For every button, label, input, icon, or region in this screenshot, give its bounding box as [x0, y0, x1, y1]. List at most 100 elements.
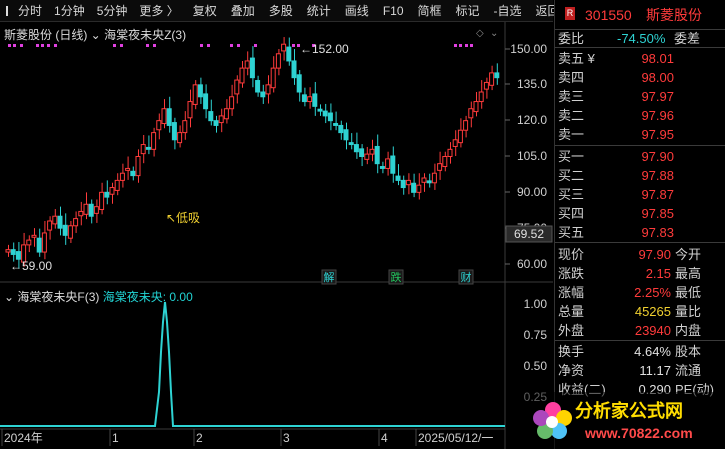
candle-body [426, 180, 432, 184]
candle-body [327, 112, 333, 122]
bid-row[interactable]: 买五 97.83 [555, 223, 725, 242]
candle-body [489, 72, 495, 86]
diamond-icon[interactable]: ◇ [476, 28, 484, 39]
stat-row[interactable]: 总量 45265 量比 [555, 302, 725, 321]
statistics-button[interactable]: 统计 [301, 0, 337, 22]
candle-body [312, 93, 318, 107]
candle-body [260, 91, 266, 98]
candle-body [99, 191, 105, 211]
stat-label-2: 股本 [675, 344, 702, 359]
mark-button[interactable]: 标记 [450, 0, 486, 22]
tab-more[interactable]: 更多 〉 [133, 0, 184, 22]
bid-row[interactable]: 买三 97.87 [555, 185, 725, 204]
candle-body [5, 249, 11, 253]
stat2-row[interactable]: 净资 11.17 流通 [555, 361, 725, 380]
price-tick-label: 60.00 [517, 257, 547, 271]
event-marker-text: 跌 [391, 270, 402, 284]
signal-dot [254, 44, 257, 47]
candle-body [229, 96, 235, 110]
indicator-value: 海棠夜未央: 0.00 [102, 290, 193, 304]
kline-chart-area[interactable]: 150.00135.0120.0105.090.0075.0060.0069.5… [0, 22, 553, 449]
candle-body [431, 172, 437, 184]
ask-label: 卖三 [558, 89, 585, 104]
candle-body [192, 84, 198, 105]
draw-line-button[interactable]: 画线 [339, 0, 375, 22]
candles-group [5, 37, 500, 269]
tab-1min[interactable]: 1分钟 [48, 0, 91, 22]
ask-row[interactable]: 卖二 97.96 [555, 106, 725, 125]
stock-code: 301550 [585, 7, 632, 23]
bid-price: 97.88 [641, 168, 674, 183]
ask-price: 97.95 [641, 127, 674, 142]
f10-button[interactable]: F10 [377, 0, 410, 22]
stat-value: 97.90 [638, 247, 671, 262]
stat-value: 2.15 [645, 266, 671, 281]
signal-dot [207, 44, 210, 47]
stat-label-2: 量比 [675, 304, 702, 319]
price-tick-label: 120.0 [517, 113, 547, 127]
ask-row[interactable]: 卖三 97.97 [555, 87, 725, 106]
indicator-name[interactable]: 海棠夜未央F(3) [17, 290, 99, 304]
candle-body [125, 167, 131, 171]
candle-body [182, 120, 188, 134]
low-price-marker: ←59.00 [10, 259, 52, 273]
overlay-button[interactable]: 叠加 [225, 0, 261, 22]
stat-row[interactable]: 外盘 23940 内盘 [555, 321, 725, 340]
bid-row[interactable]: 买四 97.85 [555, 204, 725, 223]
weibi-row: 委比 -74.50% 委差 [555, 29, 725, 48]
tab-5min[interactable]: 5分钟 [91, 0, 134, 22]
buy-signal-label: ↖低吸 [166, 211, 200, 225]
chevron-down-icon[interactable]: ⌄ [490, 28, 498, 39]
signal-dot [292, 44, 295, 47]
candle-body [88, 203, 94, 217]
stat-row[interactable]: 涨幅 2.25% 最低 [555, 283, 725, 302]
price-tick-label: 90.00 [517, 185, 547, 199]
indicator-label[interactable]: 海棠夜未央Z(3) [104, 28, 186, 42]
candle-body [338, 124, 344, 134]
stat-row[interactable]: 涨跌 2.15 最高 [555, 264, 725, 283]
bid-row[interactable]: 买一 97.90 [555, 147, 725, 166]
candle-body [151, 132, 157, 150]
candle-body [47, 220, 53, 231]
watermark-title: 分析家公式网 [575, 400, 683, 421]
time-axis-labels: 2024年 1 2 3 4 2025/05/12/一 [1, 429, 493, 446]
ask-row[interactable]: 卖四 98.00 [555, 68, 725, 87]
ask-label: 卖四 [558, 70, 585, 85]
signal-dot [8, 44, 11, 47]
stat-value: 4.64% [634, 344, 671, 359]
restore-rights-button[interactable]: 复权 [187, 0, 223, 22]
stat-label: 外盘 [558, 323, 585, 338]
candle-body [135, 156, 141, 177]
menu-square-icon[interactable] [6, 5, 8, 16]
ask-label: 卖一 [558, 127, 585, 142]
stat-label: 换手 [558, 344, 585, 359]
simple-frame-button[interactable]: 简框 [412, 0, 448, 22]
chevron-down-icon[interactable]: ⌄ [91, 28, 104, 42]
bid-label: 买四 [558, 206, 585, 221]
multi-stock-button[interactable]: 多股 [263, 0, 299, 22]
stat-row[interactable]: 现价 97.90 今开 [555, 245, 725, 264]
kline-chart-svg[interactable]: 150.00135.0120.0105.090.0075.0060.0069.5… [0, 22, 553, 449]
stat-label-2: 流通 [675, 363, 702, 378]
candle-body [156, 120, 162, 131]
signal-dot [454, 44, 457, 47]
candle-body [301, 94, 307, 103]
bid-label: 买二 [558, 168, 585, 183]
ask-row[interactable]: 卖一 97.95 [555, 125, 725, 144]
candle-body [333, 123, 339, 126]
time-tick-label: 4 [381, 431, 388, 445]
candle-body [109, 187, 115, 195]
chevron-down-icon[interactable]: ⌄ [4, 290, 17, 304]
watermark-url: www.70822.com [584, 425, 693, 441]
candle-body [473, 101, 479, 113]
candle-body [353, 144, 359, 153]
stat-label-2: 今开 [675, 247, 702, 262]
tab-timeshare[interactable]: 分时 [12, 0, 48, 22]
stat2-row[interactable]: 换手 4.64% 股本 [555, 342, 725, 361]
signal-dot [200, 44, 203, 47]
bid-row[interactable]: 买二 97.88 [555, 166, 725, 185]
stat-value: 23940 [634, 323, 671, 338]
indicator-pane-title: ⌄ 海棠夜未央F(3) 海棠夜未央: 0.00 [4, 288, 193, 305]
ask-row[interactable]: 卖五 ¥ 98.01 [555, 49, 725, 68]
remove-watchlist-button[interactable]: -自选 [488, 0, 528, 22]
